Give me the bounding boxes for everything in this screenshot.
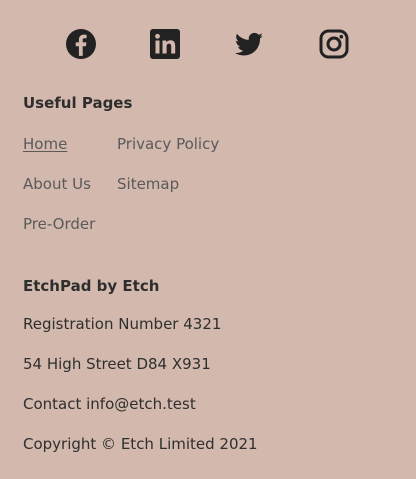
facebook-link[interactable]	[65, 28, 97, 60]
linkedin-link[interactable]	[149, 28, 181, 60]
social-links	[0, 28, 416, 62]
home-link[interactable]: Home	[23, 135, 67, 153]
facebook-icon	[66, 29, 96, 59]
twitter-link[interactable]	[233, 28, 265, 60]
company-heading: EtchPad by Etch	[23, 277, 160, 295]
privacy-policy-link[interactable]: Privacy Policy	[117, 135, 219, 153]
about-us-link[interactable]: About Us	[23, 175, 91, 193]
linkedin-icon	[150, 29, 180, 59]
instagram-link[interactable]	[318, 28, 350, 60]
instagram-icon	[319, 29, 349, 59]
pre-order-link[interactable]: Pre-Order	[23, 215, 95, 233]
sitemap-link[interactable]: Sitemap	[117, 175, 179, 193]
copyright: Copyright © Etch Limited 2021	[23, 435, 258, 453]
registration-number: Registration Number 4321	[23, 315, 222, 333]
contact-email: Contact info@etch.test	[23, 395, 196, 413]
twitter-icon	[234, 32, 263, 56]
address: 54 High Street D84 X931	[23, 355, 211, 373]
useful-pages-heading: Useful Pages	[23, 94, 133, 112]
